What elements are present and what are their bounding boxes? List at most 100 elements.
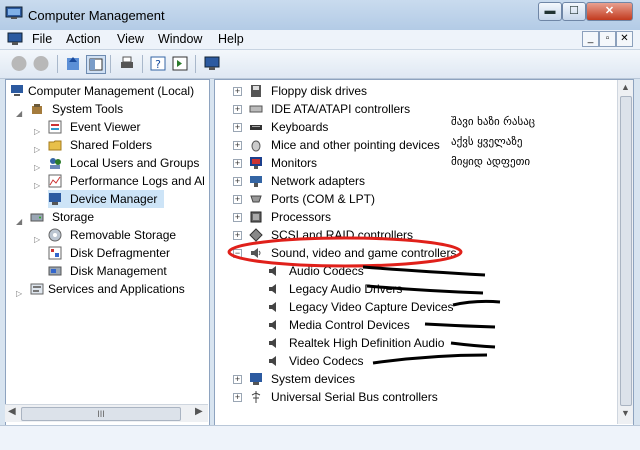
mdi-minimize-button[interactable]: _ <box>582 31 599 47</box>
tree-item-services-and-applications[interactable]: ▷ Services and Applications <box>16 280 206 298</box>
scsi-icon <box>249 228 263 242</box>
device-item-realtek-audio[interactable]: Realtek High Definition Audio <box>267 334 607 352</box>
vertical-scrollbar[interactable]: ▲ ▼ <box>617 80 633 424</box>
scroll-down-arrow-icon[interactable]: ▼ <box>621 408 630 418</box>
expand-icon[interactable]: ▷ <box>16 285 22 303</box>
device-item-label: Realtek High Definition Audio <box>289 336 445 350</box>
expand-icon[interactable]: + <box>233 213 242 222</box>
scroll-left-arrow-icon[interactable]: ◀ <box>8 406 16 417</box>
menu-window[interactable]: Window <box>158 32 202 46</box>
tree-item-computer-management[interactable]: Computer Management (Local) <box>10 82 208 100</box>
collapse-icon[interactable]: − <box>233 249 242 258</box>
mmc-icon[interactable] <box>7 32 23 46</box>
audio-device-icon <box>269 302 276 312</box>
scan-hardware-icon[interactable] <box>203 55 221 72</box>
expand-icon[interactable]: + <box>233 105 242 114</box>
users-icon <box>50 158 61 169</box>
processor-icon <box>250 211 262 223</box>
maximize-button[interactable]: ☐ <box>562 2 586 21</box>
expand-icon[interactable]: + <box>233 87 242 96</box>
tree-item-label: Computer Management (Local) <box>28 84 195 98</box>
device-item-video-codecs[interactable]: Video Codecs <box>267 352 607 370</box>
expand-icon[interactable]: + <box>233 177 242 186</box>
tree-item-disk-defragmenter[interactable]: Disk Defragmenter <box>48 244 206 262</box>
expand-icon[interactable]: + <box>233 195 242 204</box>
storage-icon <box>30 213 44 222</box>
tree-item-label: Event Viewer <box>70 120 141 134</box>
expand-icon[interactable]: + <box>233 123 242 132</box>
print-icon[interactable] <box>118 55 136 72</box>
scroll-thumb[interactable]: III <box>21 407 181 421</box>
console-tree-pane[interactable]: Computer Management (Local) ◢ System Too… <box>5 79 210 426</box>
toolbar-separator <box>195 55 196 73</box>
horizontal-scrollbar[interactable]: ◀ III ▶ <box>5 404 208 422</box>
scroll-thumb[interactable] <box>620 96 632 406</box>
device-category-processors[interactable]: + Processors <box>233 208 613 226</box>
device-item-legacy-audio-drivers[interactable]: Legacy Audio Drivers <box>267 280 607 298</box>
scroll-right-arrow-icon[interactable]: ▶ <box>195 406 203 417</box>
up-one-level-icon[interactable] <box>64 55 82 72</box>
device-category-label: Ports (COM & LPT) <box>271 192 376 206</box>
expand-icon[interactable]: + <box>233 393 242 402</box>
device-item-audio-codecs[interactable]: Audio Codecs <box>267 262 607 280</box>
device-category-ports[interactable]: + Ports (COM & LPT) <box>233 190 613 208</box>
device-category-system-devices[interactable]: + System devices <box>233 370 613 388</box>
computer-icon <box>11 85 23 96</box>
menu-view[interactable]: View <box>117 32 144 46</box>
handwritten-note-line: შავი ხაზი რასაც <box>451 115 536 128</box>
port-icon <box>250 195 262 203</box>
tree-item-event-viewer[interactable]: ▷ Event Viewer <box>34 118 206 136</box>
minimize-button[interactable]: ▬ <box>538 2 562 21</box>
tree-item-removable-storage[interactable]: ▷ Removable Storage <box>34 226 206 244</box>
shared-folder-icon <box>48 140 62 151</box>
expand-icon[interactable]: + <box>233 141 242 150</box>
collapse-icon[interactable]: ◢ <box>16 213 22 231</box>
toolbar-separator <box>142 55 143 73</box>
menu-action[interactable]: Action <box>66 32 101 46</box>
tree-item-storage[interactable]: ◢ Storage <box>16 208 206 226</box>
menu-help[interactable]: Help <box>218 32 244 46</box>
expand-icon[interactable]: ▷ <box>34 177 40 195</box>
tree-item-disk-management[interactable]: Disk Management <box>48 262 206 280</box>
toolbar: ? <box>0 50 640 79</box>
expand-icon[interactable]: + <box>233 375 242 384</box>
device-item-label: Legacy Audio Drivers <box>289 282 403 296</box>
device-category-scsi[interactable]: + SCSI and RAID controllers <box>233 226 613 244</box>
mdi-close-button[interactable]: ✕ <box>616 31 633 47</box>
tree-item-local-users-and-groups[interactable]: ▷ Local Users and Groups <box>34 154 206 172</box>
back-icon[interactable] <box>10 55 28 72</box>
show-hide-console-tree-icon[interactable] <box>86 55 106 74</box>
device-category-label: Network adapters <box>271 174 366 188</box>
handwritten-note-line: მიყიდ ადფეთი <box>451 155 531 168</box>
device-item-legacy-video-capture[interactable]: Legacy Video Capture Devices <box>267 298 607 316</box>
system-icon <box>250 373 262 385</box>
device-category-network[interactable]: + Network adapters <box>233 172 613 190</box>
tree-item-label: Storage <box>52 210 95 224</box>
audio-device-icon <box>269 266 276 276</box>
device-category-sound-video-game[interactable]: − Sound, video and game controllers <box>233 244 613 262</box>
floppy-icon <box>251 85 261 97</box>
device-category-floppy[interactable]: + Floppy disk drives <box>233 82 613 100</box>
help-icon[interactable]: ? <box>149 55 167 72</box>
tree-item-system-tools[interactable]: ◢ System Tools <box>16 100 206 118</box>
tree-item-device-manager[interactable]: Device Manager <box>48 190 164 208</box>
device-category-label: Sound, video and game controllers <box>271 246 457 260</box>
close-button[interactable]: ✕ <box>586 2 633 21</box>
expand-icon[interactable]: ▷ <box>34 231 40 249</box>
sound-icon <box>251 248 261 258</box>
collapse-icon[interactable]: ◢ <box>16 105 22 123</box>
device-list-pane[interactable]: + Floppy disk drives + IDE ATA/ATAPI con… <box>214 79 634 426</box>
event-viewer-icon <box>48 120 62 134</box>
tree-item-shared-folders[interactable]: ▷ Shared Folders <box>34 136 206 154</box>
tree-item-performance-logs[interactable]: ▷ Performance Logs and Al <box>34 172 206 190</box>
mdi-restore-button[interactable]: ▫ <box>599 31 616 47</box>
expand-icon[interactable]: + <box>233 231 242 240</box>
device-category-usb[interactable]: + Universal Serial Bus controllers <box>233 388 613 406</box>
menu-file[interactable]: File <box>32 32 52 46</box>
device-item-media-control[interactable]: Media Control Devices <box>267 316 607 334</box>
scroll-up-arrow-icon[interactable]: ▲ <box>621 82 630 92</box>
forward-icon[interactable] <box>32 55 50 72</box>
show-action-pane-icon[interactable] <box>171 55 189 72</box>
expand-icon[interactable]: + <box>233 159 242 168</box>
keyboard-icon <box>250 125 262 130</box>
